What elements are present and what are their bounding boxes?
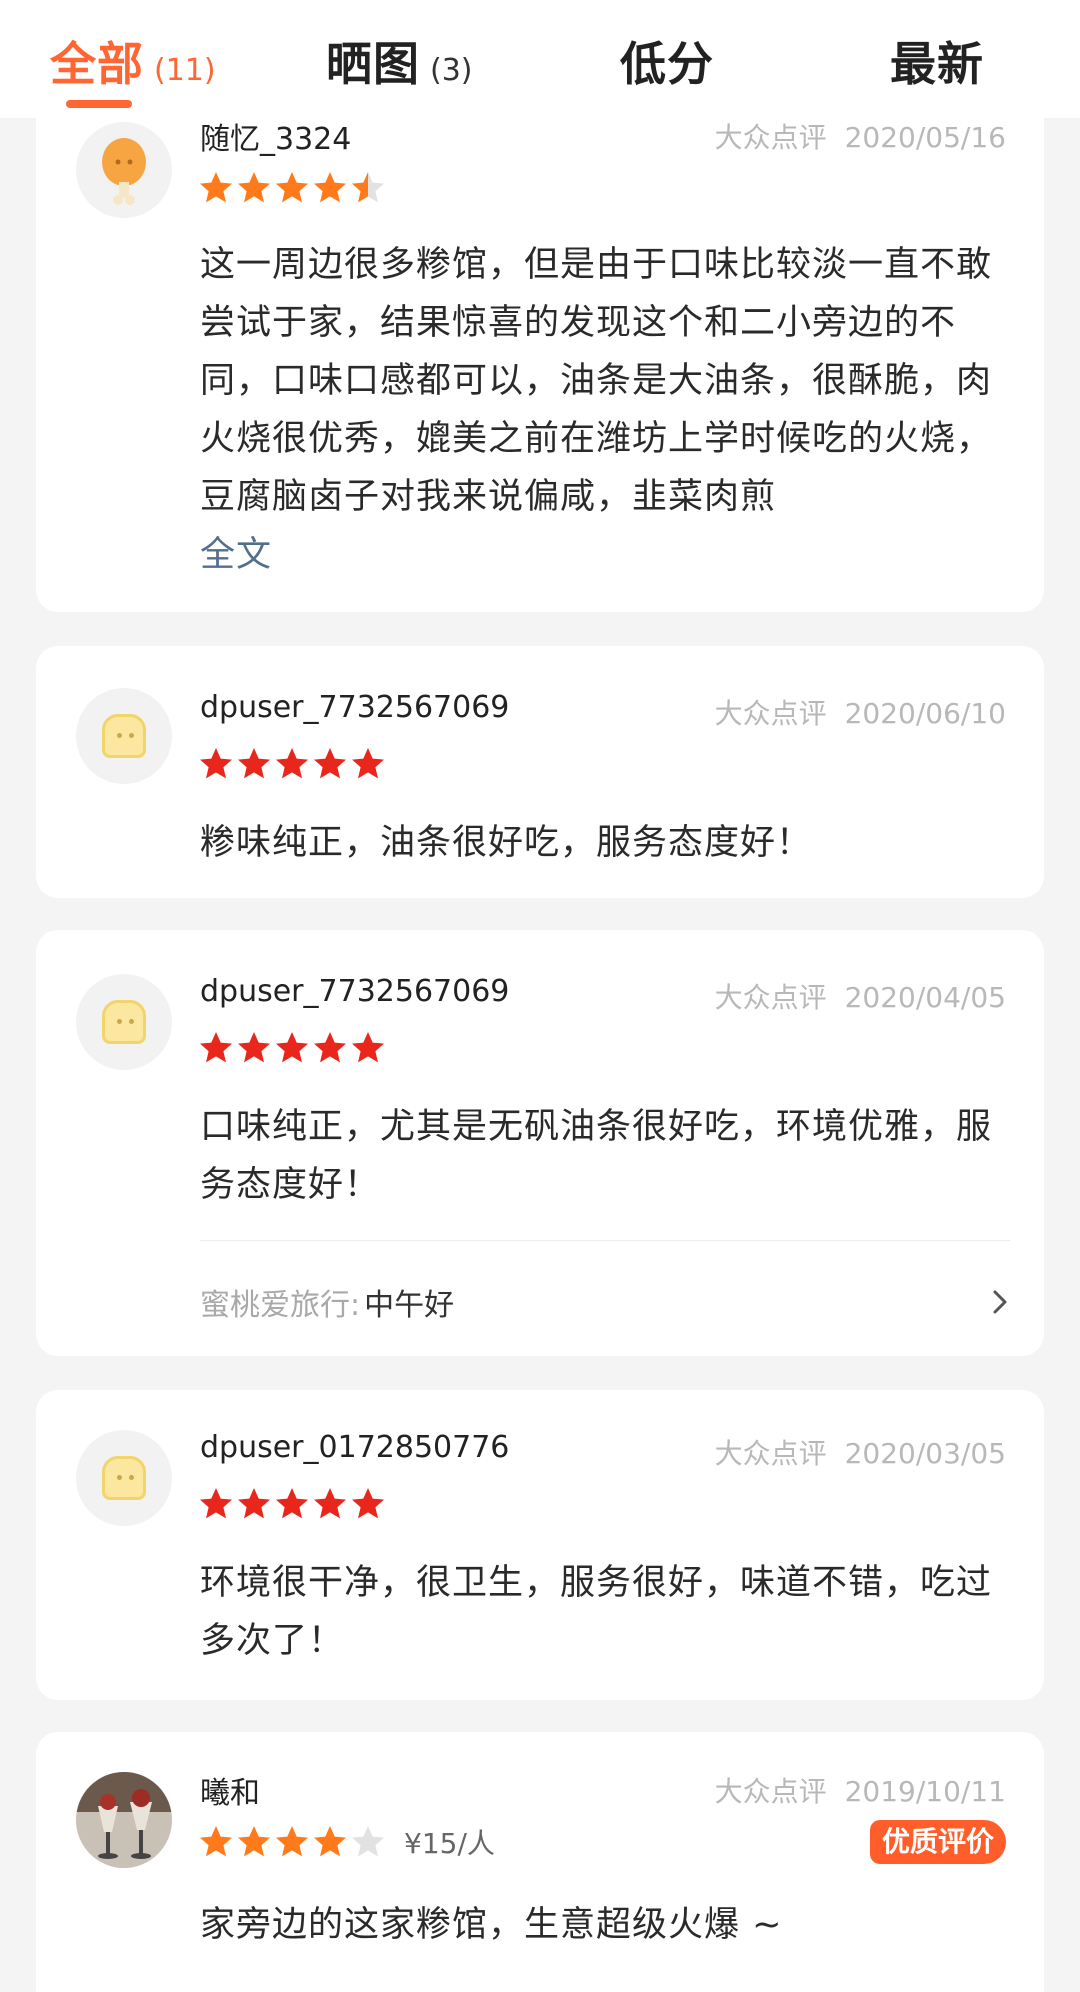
star-icon (200, 1032, 232, 1063)
review-date: 2019/10/11 (844, 1775, 1006, 1808)
star-icon (276, 1826, 308, 1857)
tab-latest-label: 最新 (890, 37, 984, 91)
star-icon (276, 748, 308, 779)
review-meta: 大众点评 2020/05/16 (715, 116, 1006, 156)
star-icon (314, 1032, 346, 1063)
star-icon (352, 748, 384, 779)
review-content: 糁味纯正，油条很好吃，服务态度好！ (200, 814, 1012, 872)
review-card[interactable]: dpuser_0172850776 大众点评 2020/03/05 环境很干净，很… (36, 1390, 1044, 1700)
star-icon (200, 1826, 232, 1857)
active-tab-indicator (66, 100, 132, 108)
tab-photos-count: (3) (430, 53, 473, 88)
avatar[interactable] (76, 688, 172, 784)
tab-latest[interactable]: 最新 (890, 28, 984, 91)
price-per-person: ¥15/人 (404, 1827, 495, 1860)
tab-all-label: 全部 (50, 37, 144, 91)
avatar[interactable] (76, 1430, 172, 1526)
star-icon (314, 1826, 346, 1857)
star-icon (352, 1826, 384, 1857)
star-icon (238, 1826, 270, 1857)
reply-text: 中午好 (364, 1288, 455, 1323)
quality-review-badge: 优质评价 (869, 1820, 1006, 1864)
toast-avatar-icon (102, 1000, 146, 1044)
star-icon (238, 1488, 270, 1519)
review-source: 大众点评 (714, 1437, 827, 1470)
tab-low-score[interactable]: 低分 (620, 28, 714, 91)
review-content: 环境很干净，很卫生，服务很好，味道不错，吃过多次了！ (200, 1554, 1012, 1670)
star-icon (352, 1032, 384, 1063)
review-filter-tabs: 全部 (11) 晒图 (3) 低分 最新 (0, 0, 1080, 118)
review-card[interactable]: dpuser_7732567069 大众点评 2020/04/05 口味纯正，尤其… (36, 930, 1044, 1356)
star-icon (276, 1032, 308, 1063)
avatar[interactable] (76, 122, 172, 218)
star-rating (198, 746, 388, 782)
toast-avatar-icon (102, 714, 146, 758)
review-card[interactable]: 曦和 大众点评 2019/10/11 ¥15/人 优质评价 家旁边的这家糁馆，生意… (36, 1732, 1044, 1992)
review-content: 家旁边的这家糁馆，生意超级火爆 ~ (200, 1896, 1012, 1954)
reply-divider (200, 1240, 1010, 1241)
star-icon (238, 748, 270, 779)
star-rating (198, 1030, 388, 1066)
review-text: 糁味纯正，油条很好吃，服务态度好！ (200, 823, 813, 863)
review-meta: 大众点评 2020/06/10 (715, 692, 1006, 732)
review-date: 2020/04/05 (844, 981, 1006, 1014)
review-username[interactable]: dpuser_7732567069 (200, 690, 509, 725)
review-content: 这一周边很多糁馆，但是由于口味比较淡一直不敢尝试于家，结果惊喜的发现这个和二小旁… (200, 236, 1012, 584)
review-source: 大众点评 (714, 121, 827, 154)
review-username[interactable]: dpuser_0172850776 (200, 1430, 509, 1465)
merchant-reply[interactable]: 蜜桃爱旅行: 中午好 (200, 1280, 1010, 1324)
star-icon (352, 172, 384, 203)
dessert-photo-avatar-icon (76, 1772, 172, 1868)
review-username[interactable]: 曦和 (200, 1768, 260, 1812)
review-content: 口味纯正，尤其是无矾油条很好吃，环境优雅，服务态度好！ (200, 1098, 1012, 1214)
review-card[interactable]: dpuser_7732567069 大众点评 2020/06/10 糁味纯正，油条… (36, 646, 1044, 898)
tab-all[interactable]: 全部 (11) (50, 28, 216, 91)
reply-author: 蜜桃爱旅行: (200, 1288, 361, 1323)
star-icon (314, 1488, 346, 1519)
review-meta: 大众点评 2020/04/05 (715, 976, 1006, 1016)
review-text: 家旁边的这家糁馆，生意超级火爆 ~ (200, 1905, 783, 1945)
review-source: 大众点评 (714, 1775, 827, 1808)
star-rating: ¥15/人 (198, 1822, 495, 1862)
star-icon (238, 1032, 270, 1063)
review-meta: 大众点评 2020/03/05 (715, 1432, 1006, 1472)
drumstick-avatar-icon (102, 138, 146, 205)
tab-photos[interactable]: 晒图 (3) (326, 28, 473, 91)
review-source: 大众点评 (714, 981, 827, 1014)
avatar[interactable] (76, 1772, 172, 1868)
review-date: 2020/03/05 (844, 1437, 1006, 1470)
review-text: 口味纯正，尤其是无矾油条很好吃，环境优雅，服务态度好！ (200, 1107, 993, 1205)
avatar[interactable] (76, 974, 172, 1070)
review-page: 全部 (11) 晒图 (3) 低分 最新 随忆_3324 大众点评 2020/05… (0, 0, 1080, 1992)
review-username[interactable]: 随忆_3324 (200, 114, 351, 158)
star-icon (200, 748, 232, 779)
chevron-right-icon (993, 1290, 1007, 1314)
star-icon (314, 172, 346, 203)
tab-all-count: (11) (154, 53, 216, 88)
review-card[interactable]: 随忆_3324 大众点评 2020/05/16 这一周边很多糁馆，但是由于口味比较… (36, 78, 1044, 612)
star-icon (352, 1488, 384, 1519)
star-rating (198, 1486, 388, 1522)
review-source: 大众点评 (714, 697, 827, 730)
toast-avatar-icon (102, 1456, 146, 1500)
review-meta: 大众点评 2019/10/11 (715, 1770, 1006, 1810)
review-date: 2020/05/16 (844, 121, 1006, 154)
star-icon (238, 172, 270, 203)
review-username[interactable]: dpuser_7732567069 (200, 974, 509, 1009)
star-icon (314, 748, 346, 779)
full-text-link[interactable]: 全文 (200, 535, 272, 575)
tab-photos-label: 晒图 (326, 37, 420, 91)
review-text: 环境很干净，很卫生，服务很好，味道不错，吃过多次了！ (200, 1563, 993, 1661)
star-icon (200, 1488, 232, 1519)
star-icon (276, 172, 308, 203)
tab-low-score-label: 低分 (620, 37, 714, 91)
star-rating (198, 170, 388, 206)
star-icon (276, 1488, 308, 1519)
star-icon (200, 172, 232, 203)
review-date: 2020/06/10 (844, 697, 1006, 730)
review-text: 这一周边很多糁馆，但是由于口味比较淡一直不敢尝试于家，结果惊喜的发现这个和二小旁… (200, 245, 993, 517)
